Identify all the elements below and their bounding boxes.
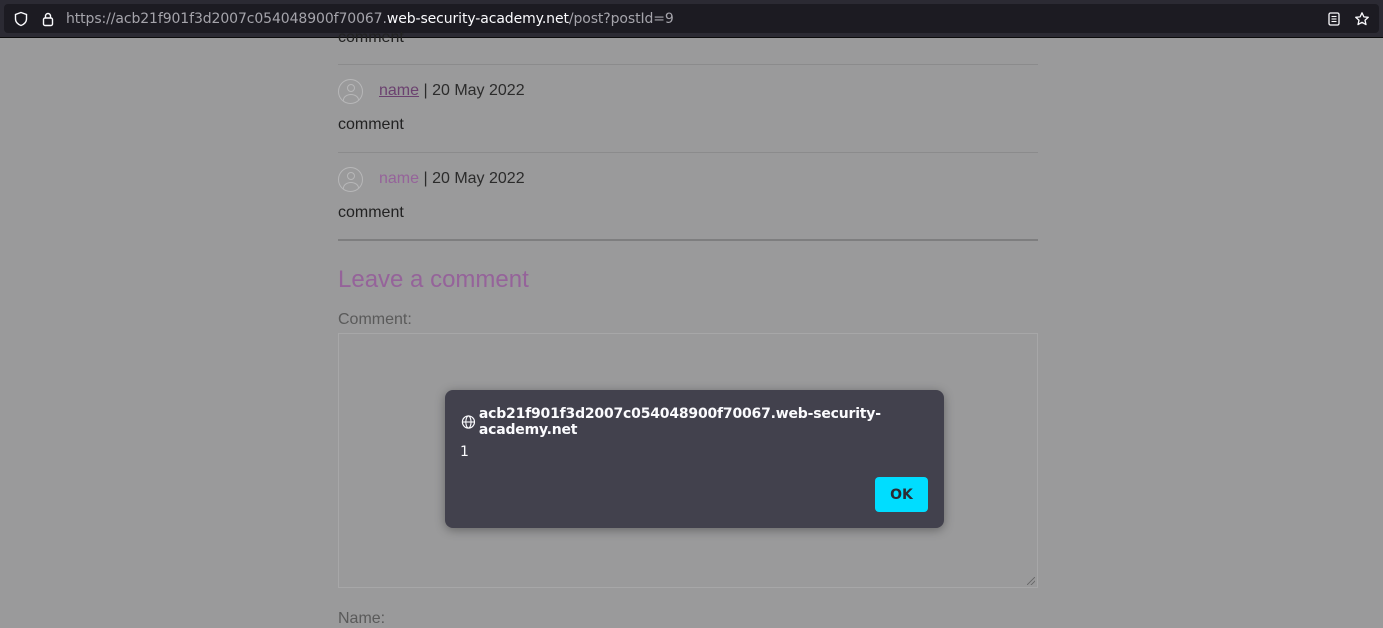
comment-divider [338,64,1038,65]
name-label: Name: [338,610,386,627]
section-divider [338,239,1038,241]
alert-dialog: acb21f901f3d2007c054048900f70067.web-sec… [445,390,944,528]
comment-text: comment [338,29,404,46]
comment-text: comment [338,204,404,221]
dialog-origin: acb21f901f3d2007c054048900f70067.web-sec… [461,406,944,438]
comment-author-link[interactable]: name [379,170,419,188]
comment-divider [338,152,1038,153]
leave-comment-heading: Leave a comment [338,266,529,293]
avatar-icon [338,78,363,104]
resize-grip-icon[interactable] [1027,577,1035,585]
url-prefix: https://acb21f901f3d2007c054048900f70067… [66,11,387,27]
comment-text: comment [338,116,404,133]
lock-icon[interactable] [40,11,56,27]
avatar-icon [338,166,363,192]
url-text[interactable]: https://acb21f901f3d2007c054048900f70067… [66,10,674,28]
comment-meta: name | 20 May 2022 [338,165,525,193]
address-bar[interactable]: https://acb21f901f3d2007c054048900f70067… [4,4,1379,33]
shield-icon[interactable] [13,11,29,27]
dialog-origin-text: acb21f901f3d2007c054048900f70067.web-sec… [478,406,881,438]
comment-date: | 20 May 2022 [423,170,525,187]
comment-author-link[interactable]: name [379,82,419,100]
dialog-message: 1 [460,444,469,460]
comment-date: | 20 May 2022 [423,82,525,99]
comment-meta: name | 20 May 2022 [338,77,525,105]
reader-view-icon[interactable] [1326,11,1342,27]
bookmark-star-icon[interactable] [1354,11,1370,27]
url-host: web-security-academy.net [386,11,569,27]
browser-toolbar: https://acb21f901f3d2007c054048900f70067… [0,0,1383,38]
comment-label: Comment: [338,311,412,328]
globe-icon [461,415,476,429]
url-path: /post?postId=9 [568,11,674,27]
ok-button[interactable]: OK [875,477,928,512]
